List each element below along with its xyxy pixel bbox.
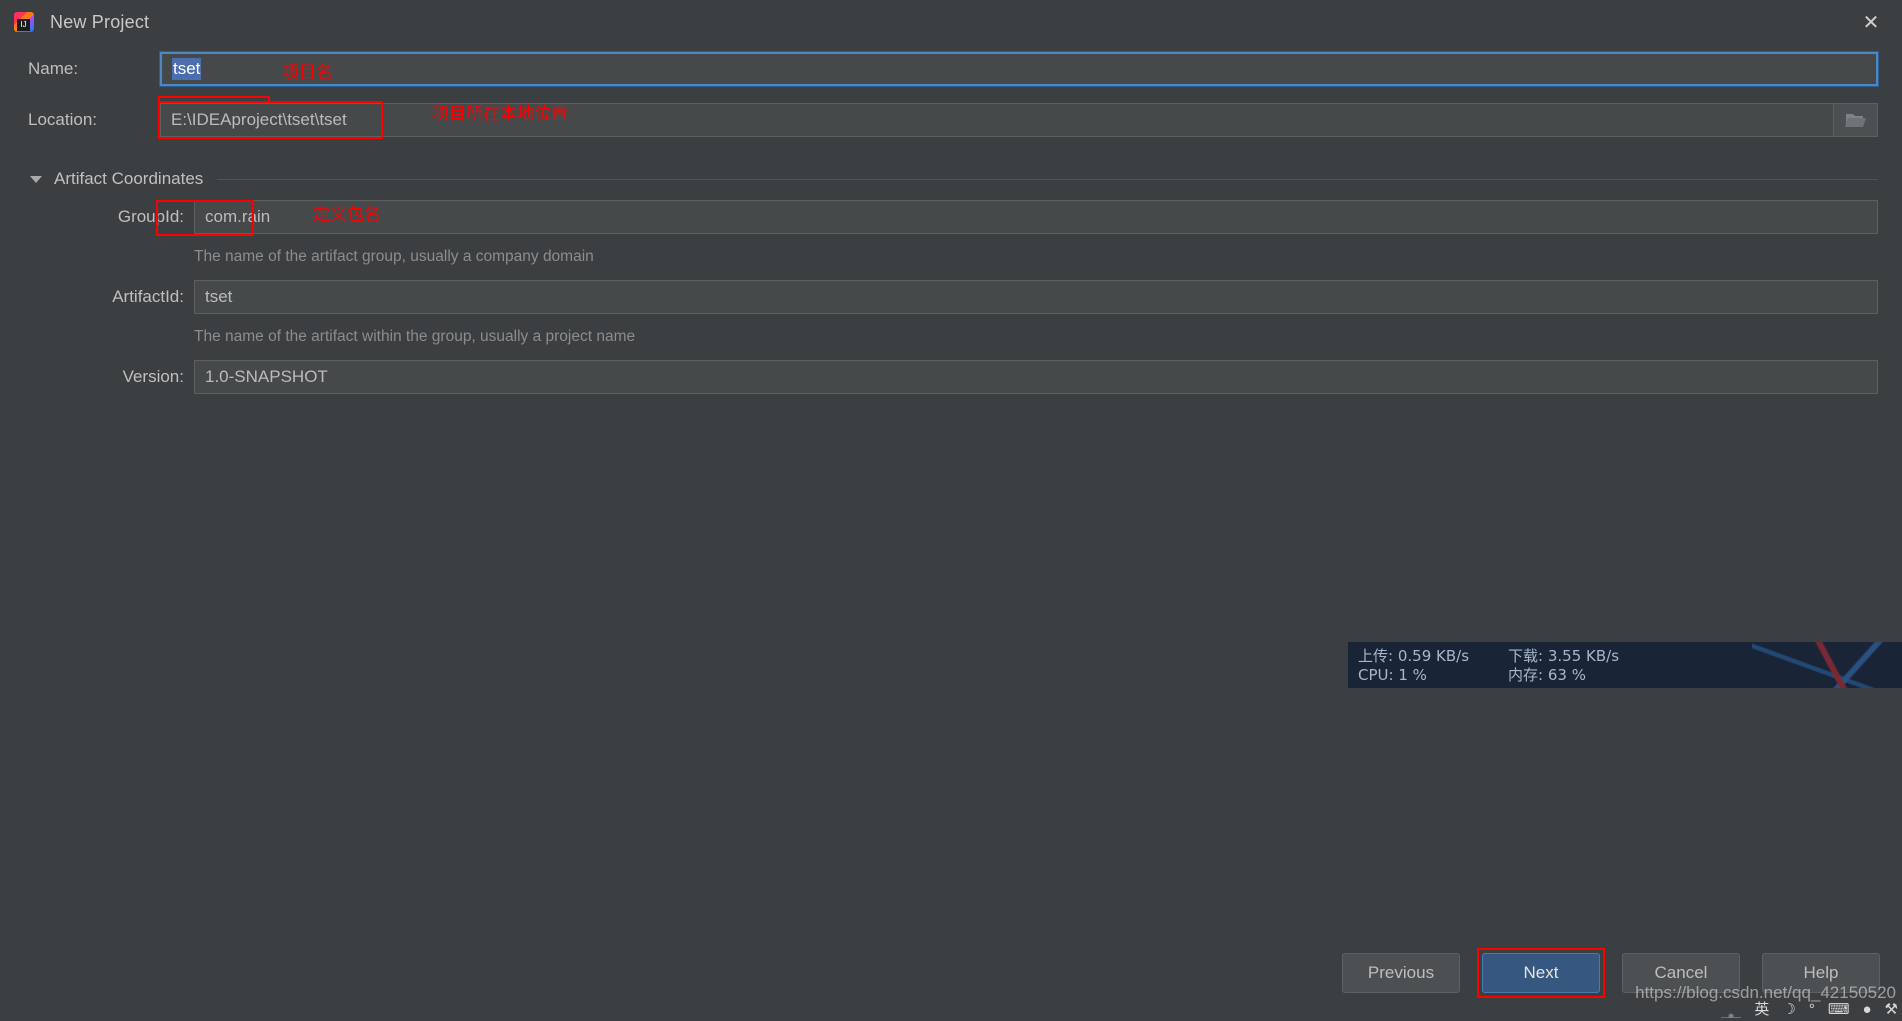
download-value: 3.55 KB/s	[1547, 647, 1620, 665]
name-input[interactable]: tset	[159, 51, 1879, 87]
moon-icon[interactable]: ☽	[1782, 1002, 1795, 1017]
user-icon[interactable]: ●	[1862, 1002, 1871, 1017]
name-row: Name: tset 项目名	[0, 44, 1902, 138]
next-button-wrapper: Next	[1477, 948, 1605, 998]
cpu-stat: CPU: 1 %	[1358, 666, 1508, 684]
group-id-label: GroupId:	[117, 207, 184, 226]
upload-value: 0.59 KB/s	[1397, 647, 1470, 665]
artifact-id-row: ArtifactId: tset	[0, 274, 1902, 320]
ime-indicator-icon[interactable]: 英	[1754, 1002, 1769, 1017]
upload-stat: 上传: 0.59 KB/s	[1358, 645, 1508, 666]
group-id-hint: The name of the artifact group, usually …	[194, 248, 594, 265]
artifact-id-input[interactable]: tset	[194, 280, 1878, 314]
previous-button-label: Previous	[1367, 963, 1435, 982]
artifact-id-input-value: tset	[205, 287, 233, 306]
version-label: Version:	[122, 367, 184, 386]
location-input[interactable]: E:\IDEAproject\tset\tset	[160, 103, 1834, 137]
upload-label: 上传:	[1358, 647, 1394, 665]
download-label: 下载:	[1508, 647, 1544, 665]
group-id-input-value: com.rain	[205, 207, 271, 226]
version-input-value: 1.0-SNAPSHOT	[205, 367, 328, 386]
location-label: Location:	[28, 110, 97, 129]
version-row: Version: 1.0-SNAPSHOT	[0, 354, 1902, 400]
artifact-id-label: ArtifactId:	[112, 287, 184, 306]
next-button-label: Next	[1523, 963, 1559, 982]
memory-label: 内存:	[1508, 666, 1544, 684]
folder-open-icon[interactable]	[1834, 103, 1878, 137]
chevron-down-icon[interactable]	[30, 175, 42, 183]
cancel-button-label: Cancel	[1654, 963, 1708, 982]
next-button[interactable]: Next	[1482, 953, 1600, 993]
artifact-coordinates-section-header[interactable]: Artifact Coordinates	[0, 164, 1902, 194]
name-label: Name:	[28, 59, 79, 78]
close-icon[interactable]: ✕	[1840, 0, 1902, 44]
help-button-label: Help	[1803, 963, 1839, 982]
degree-icon[interactable]: °	[1809, 1002, 1815, 1017]
network-monitor-row-system: CPU: 1 % 内存: 63 %	[1358, 664, 1892, 685]
group-id-row: GroupId: com.rain 定义包名	[0, 194, 1902, 240]
group-id-input[interactable]: com.rain	[194, 200, 1878, 234]
previous-button[interactable]: Previous	[1342, 953, 1460, 993]
title-bar: New Project ✕	[0, 0, 1902, 44]
tray-app-icon[interactable]	[1721, 1000, 1742, 1018]
location-row: Location: E:\IDEAproject\tset\tset 项目所在本…	[0, 94, 1902, 146]
intellij-idea-icon	[14, 12, 34, 32]
download-stat: 下载: 3.55 KB/s	[1508, 645, 1668, 666]
network-monitor-row-traffic: 上传: 0.59 KB/s 下载: 3.55 KB/s	[1358, 646, 1892, 665]
wrench-icon[interactable]: ⚒	[1885, 1002, 1898, 1017]
cpu-label: CPU:	[1358, 665, 1394, 684]
network-monitor-widget[interactable]: 上传: 0.59 KB/s 下载: 3.55 KB/s CPU: 1 % 内存:…	[1348, 642, 1902, 688]
system-tray: 英 ☽ ° ⌨ ● ⚒	[1721, 997, 1898, 1021]
new-project-form: Name: tset 项目名 Location: E:\IDEAproject\…	[0, 44, 1902, 400]
artifact-coordinates-title: Artifact Coordinates	[54, 169, 204, 188]
section-divider	[217, 178, 1878, 180]
page-title: New Project	[50, 11, 150, 32]
memory-stat: 内存: 63 %	[1508, 664, 1668, 685]
version-input[interactable]: 1.0-SNAPSHOT	[194, 360, 1878, 394]
memory-value: 63 %	[1547, 666, 1586, 684]
name-input-value: tset	[172, 58, 202, 80]
location-input-value: E:\IDEAproject\tset\tset	[171, 110, 347, 129]
cpu-value: 1 %	[1398, 665, 1427, 684]
keyboard-icon[interactable]: ⌨	[1828, 1002, 1850, 1017]
artifact-id-hint: The name of the artifact within the grou…	[194, 328, 636, 345]
